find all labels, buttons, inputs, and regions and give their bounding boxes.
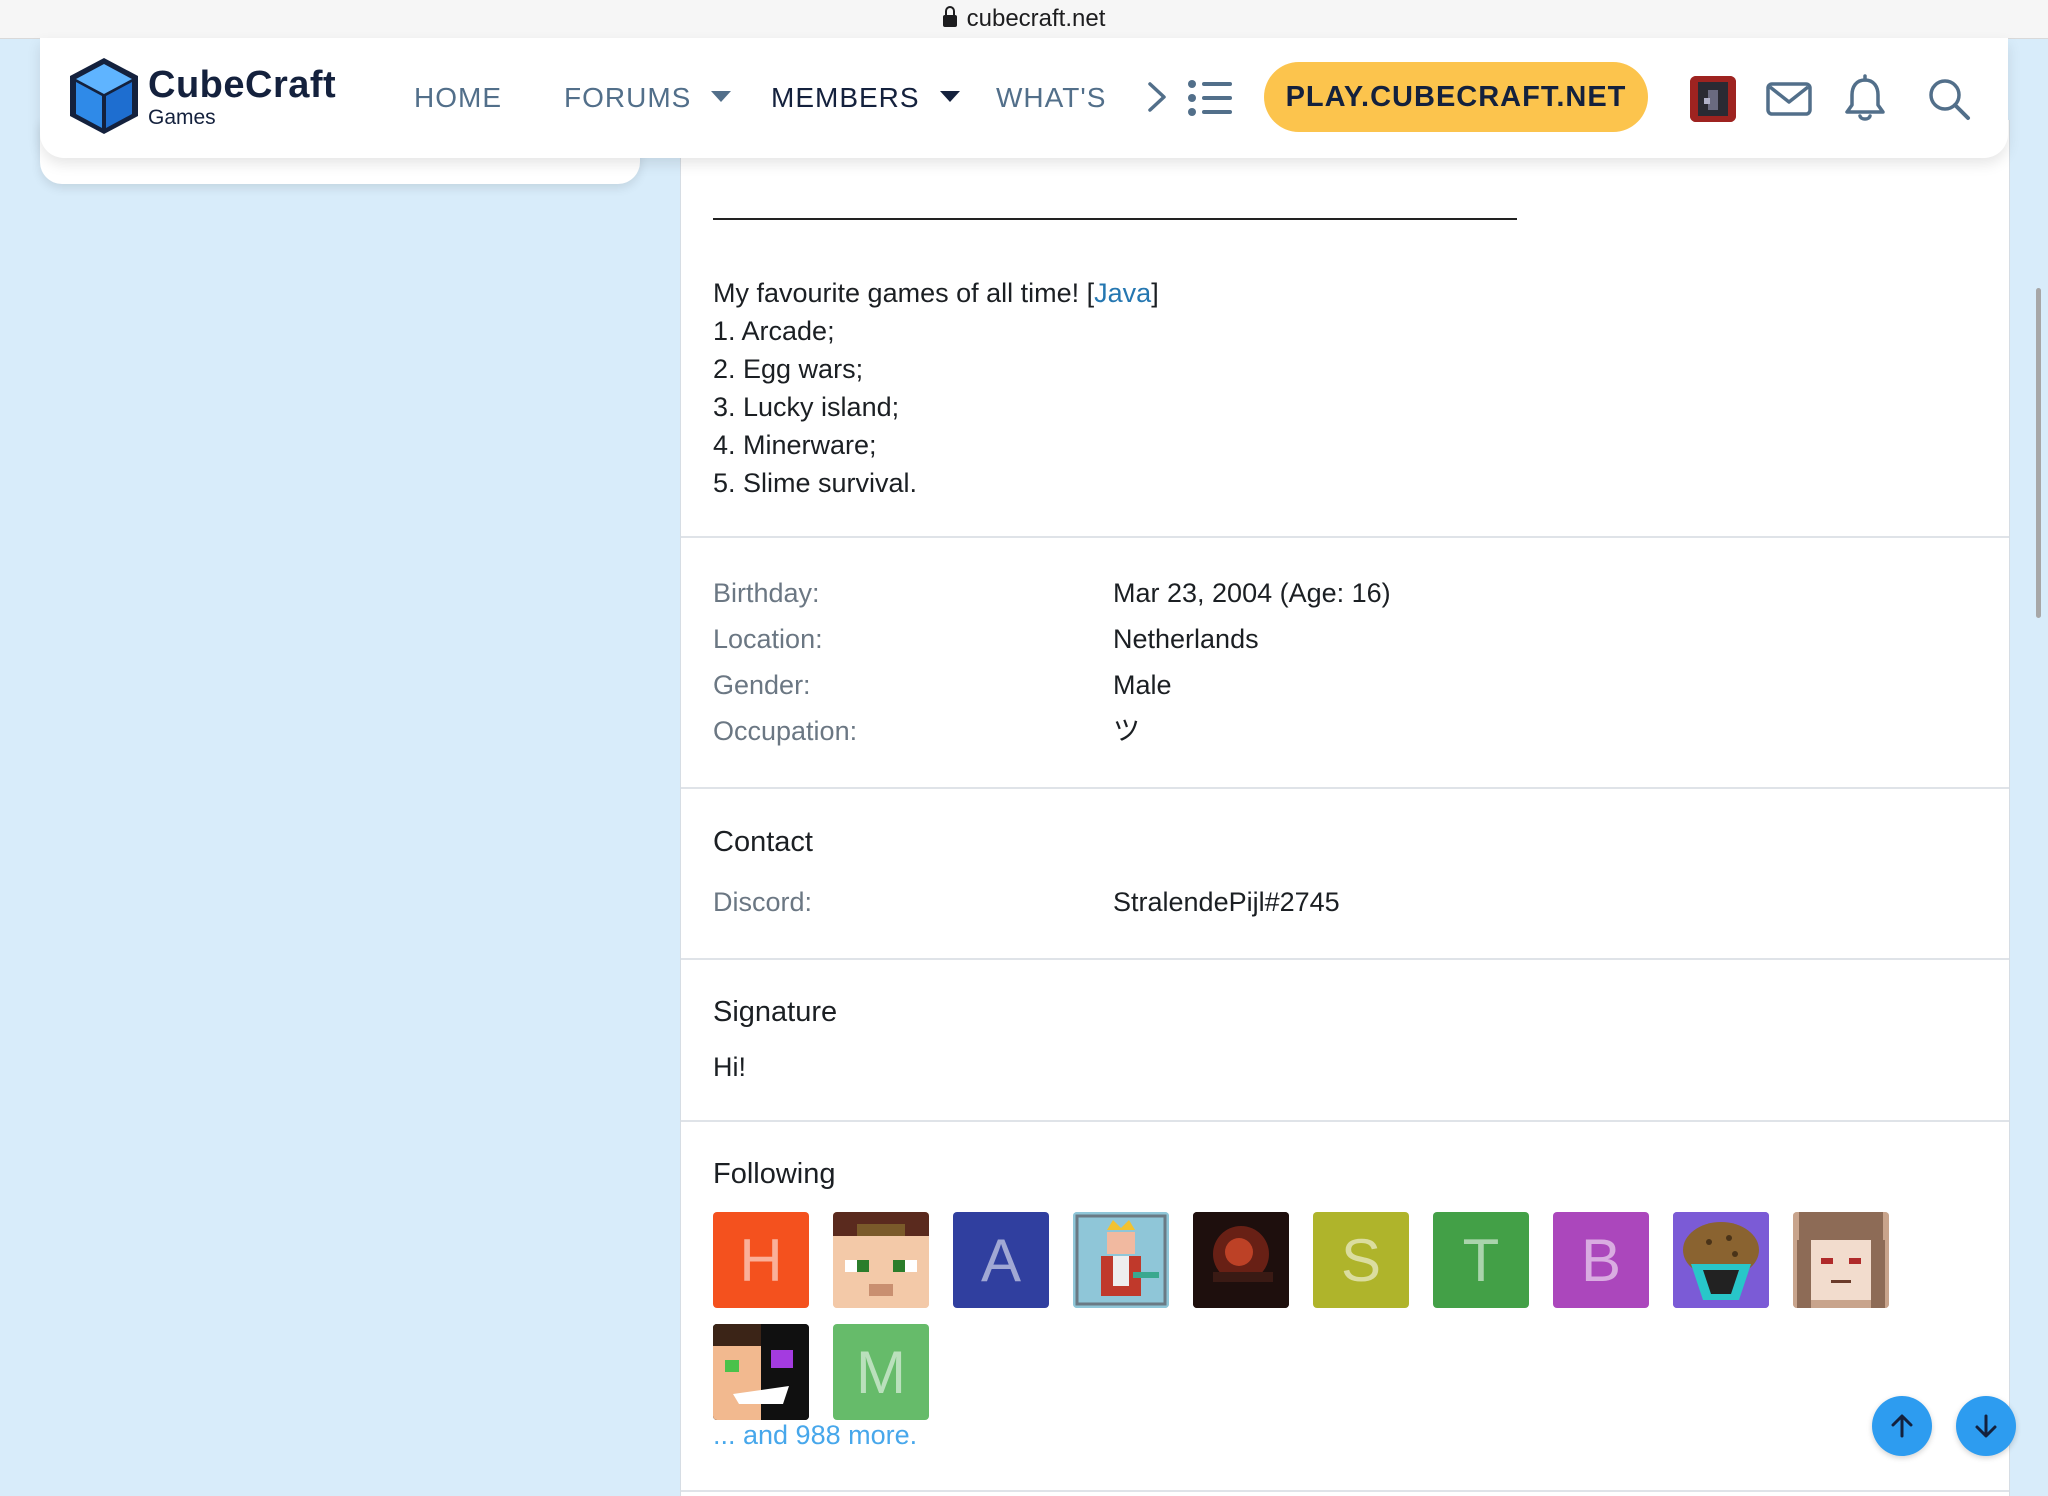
nav-home[interactable]: HOME: [414, 82, 502, 114]
logo-name[interactable]: CubeCraft: [148, 64, 336, 107]
section-divider: [681, 536, 2009, 538]
contact-heading: Contact: [713, 826, 813, 858]
bell-icon[interactable]: [1840, 74, 1890, 124]
section-divider: [681, 958, 2009, 960]
chevron-down-icon[interactable]: [939, 91, 960, 103]
following-avatar[interactable]: T: [1433, 1212, 1529, 1308]
arrow-up-icon: [1891, 1414, 1913, 1438]
following-avatar[interactable]: M: [833, 1324, 929, 1420]
mail-icon[interactable]: [1764, 74, 1814, 124]
following-avatar[interactable]: A: [953, 1212, 1049, 1308]
game-item: 3. Lucky island;: [713, 392, 900, 422]
following-avatar[interactable]: [1073, 1212, 1169, 1308]
scroll-up-button[interactable]: [1872, 1396, 1932, 1456]
user-avatar-image: [1690, 76, 1736, 122]
site-header: CubeCraft Games HOME FORUMS MEMBERS WHAT…: [40, 38, 2008, 158]
logo-subtitle: Games: [148, 106, 216, 129]
minecraft-skin-icon: [833, 1212, 929, 1308]
following-avatar[interactable]: [1793, 1212, 1889, 1308]
browser-url-bar[interactable]: cubecraft.net: [0, 0, 2048, 39]
search-icon[interactable]: [1924, 74, 1974, 124]
following-avatar[interactable]: [833, 1212, 929, 1308]
signature-heading: Signature: [713, 996, 838, 1028]
muffin-icon: [1673, 1212, 1769, 1308]
nav-members[interactable]: MEMBERS: [771, 82, 960, 114]
cubecraft-logo-icon[interactable]: [66, 54, 142, 138]
browser-url[interactable]: cubecraft.net: [967, 5, 1106, 33]
split-face-icon: [713, 1324, 809, 1420]
section-divider: [681, 787, 2009, 789]
profile-about-panel: My favourite games of all time! [Java] 1…: [680, 120, 2010, 1496]
nav-forums[interactable]: FORUMS: [564, 82, 732, 114]
list-icon[interactable]: [1186, 76, 1234, 120]
section-divider: [681, 1120, 2009, 1122]
chevron-down-icon[interactable]: [711, 91, 732, 103]
chevron-right-icon[interactable]: [1140, 80, 1174, 114]
about-intro: My favourite games of all time! [Java]: [713, 278, 1159, 308]
following-avatar[interactable]: [1193, 1212, 1289, 1308]
dark-fire-icon: [1193, 1212, 1289, 1308]
following-avatar[interactable]: S: [1313, 1212, 1409, 1308]
following-avatar[interactable]: [1673, 1212, 1769, 1308]
java-link[interactable]: Java: [1094, 278, 1151, 308]
king-character-icon: [1073, 1212, 1169, 1308]
about-separator-line: [713, 218, 1517, 220]
arrow-down-icon: [1975, 1414, 1997, 1438]
following-avatar[interactable]: B: [1553, 1212, 1649, 1308]
following-avatar[interactable]: H: [713, 1212, 809, 1308]
signature-text: Hi!: [713, 1052, 746, 1082]
game-item: 2. Egg wars;: [713, 354, 864, 384]
more-following-link[interactable]: ... and 988 more.: [713, 1420, 917, 1451]
about-text: My favourite games of all time! [Java] 1…: [713, 274, 1159, 502]
anime-girl-icon: [1793, 1212, 1889, 1308]
following-avatar[interactable]: [713, 1324, 809, 1420]
section-divider: [681, 1490, 2009, 1492]
page-scrollbar[interactable]: [2036, 288, 2041, 618]
lock-icon: [942, 6, 957, 27]
scroll-down-button[interactable]: [1956, 1396, 2016, 1456]
play-server-button[interactable]: PLAY.CUBECRAFT.NET: [1264, 62, 1648, 132]
user-avatar[interactable]: [1690, 76, 1736, 122]
following-heading: Following: [713, 1158, 836, 1190]
game-item: 5. Slime survival.: [713, 468, 918, 498]
game-item: 1. Arcade;: [713, 316, 835, 346]
game-item: 4. Minerware;: [713, 430, 877, 460]
nav-whats-new[interactable]: WHAT'S: [996, 82, 1106, 114]
